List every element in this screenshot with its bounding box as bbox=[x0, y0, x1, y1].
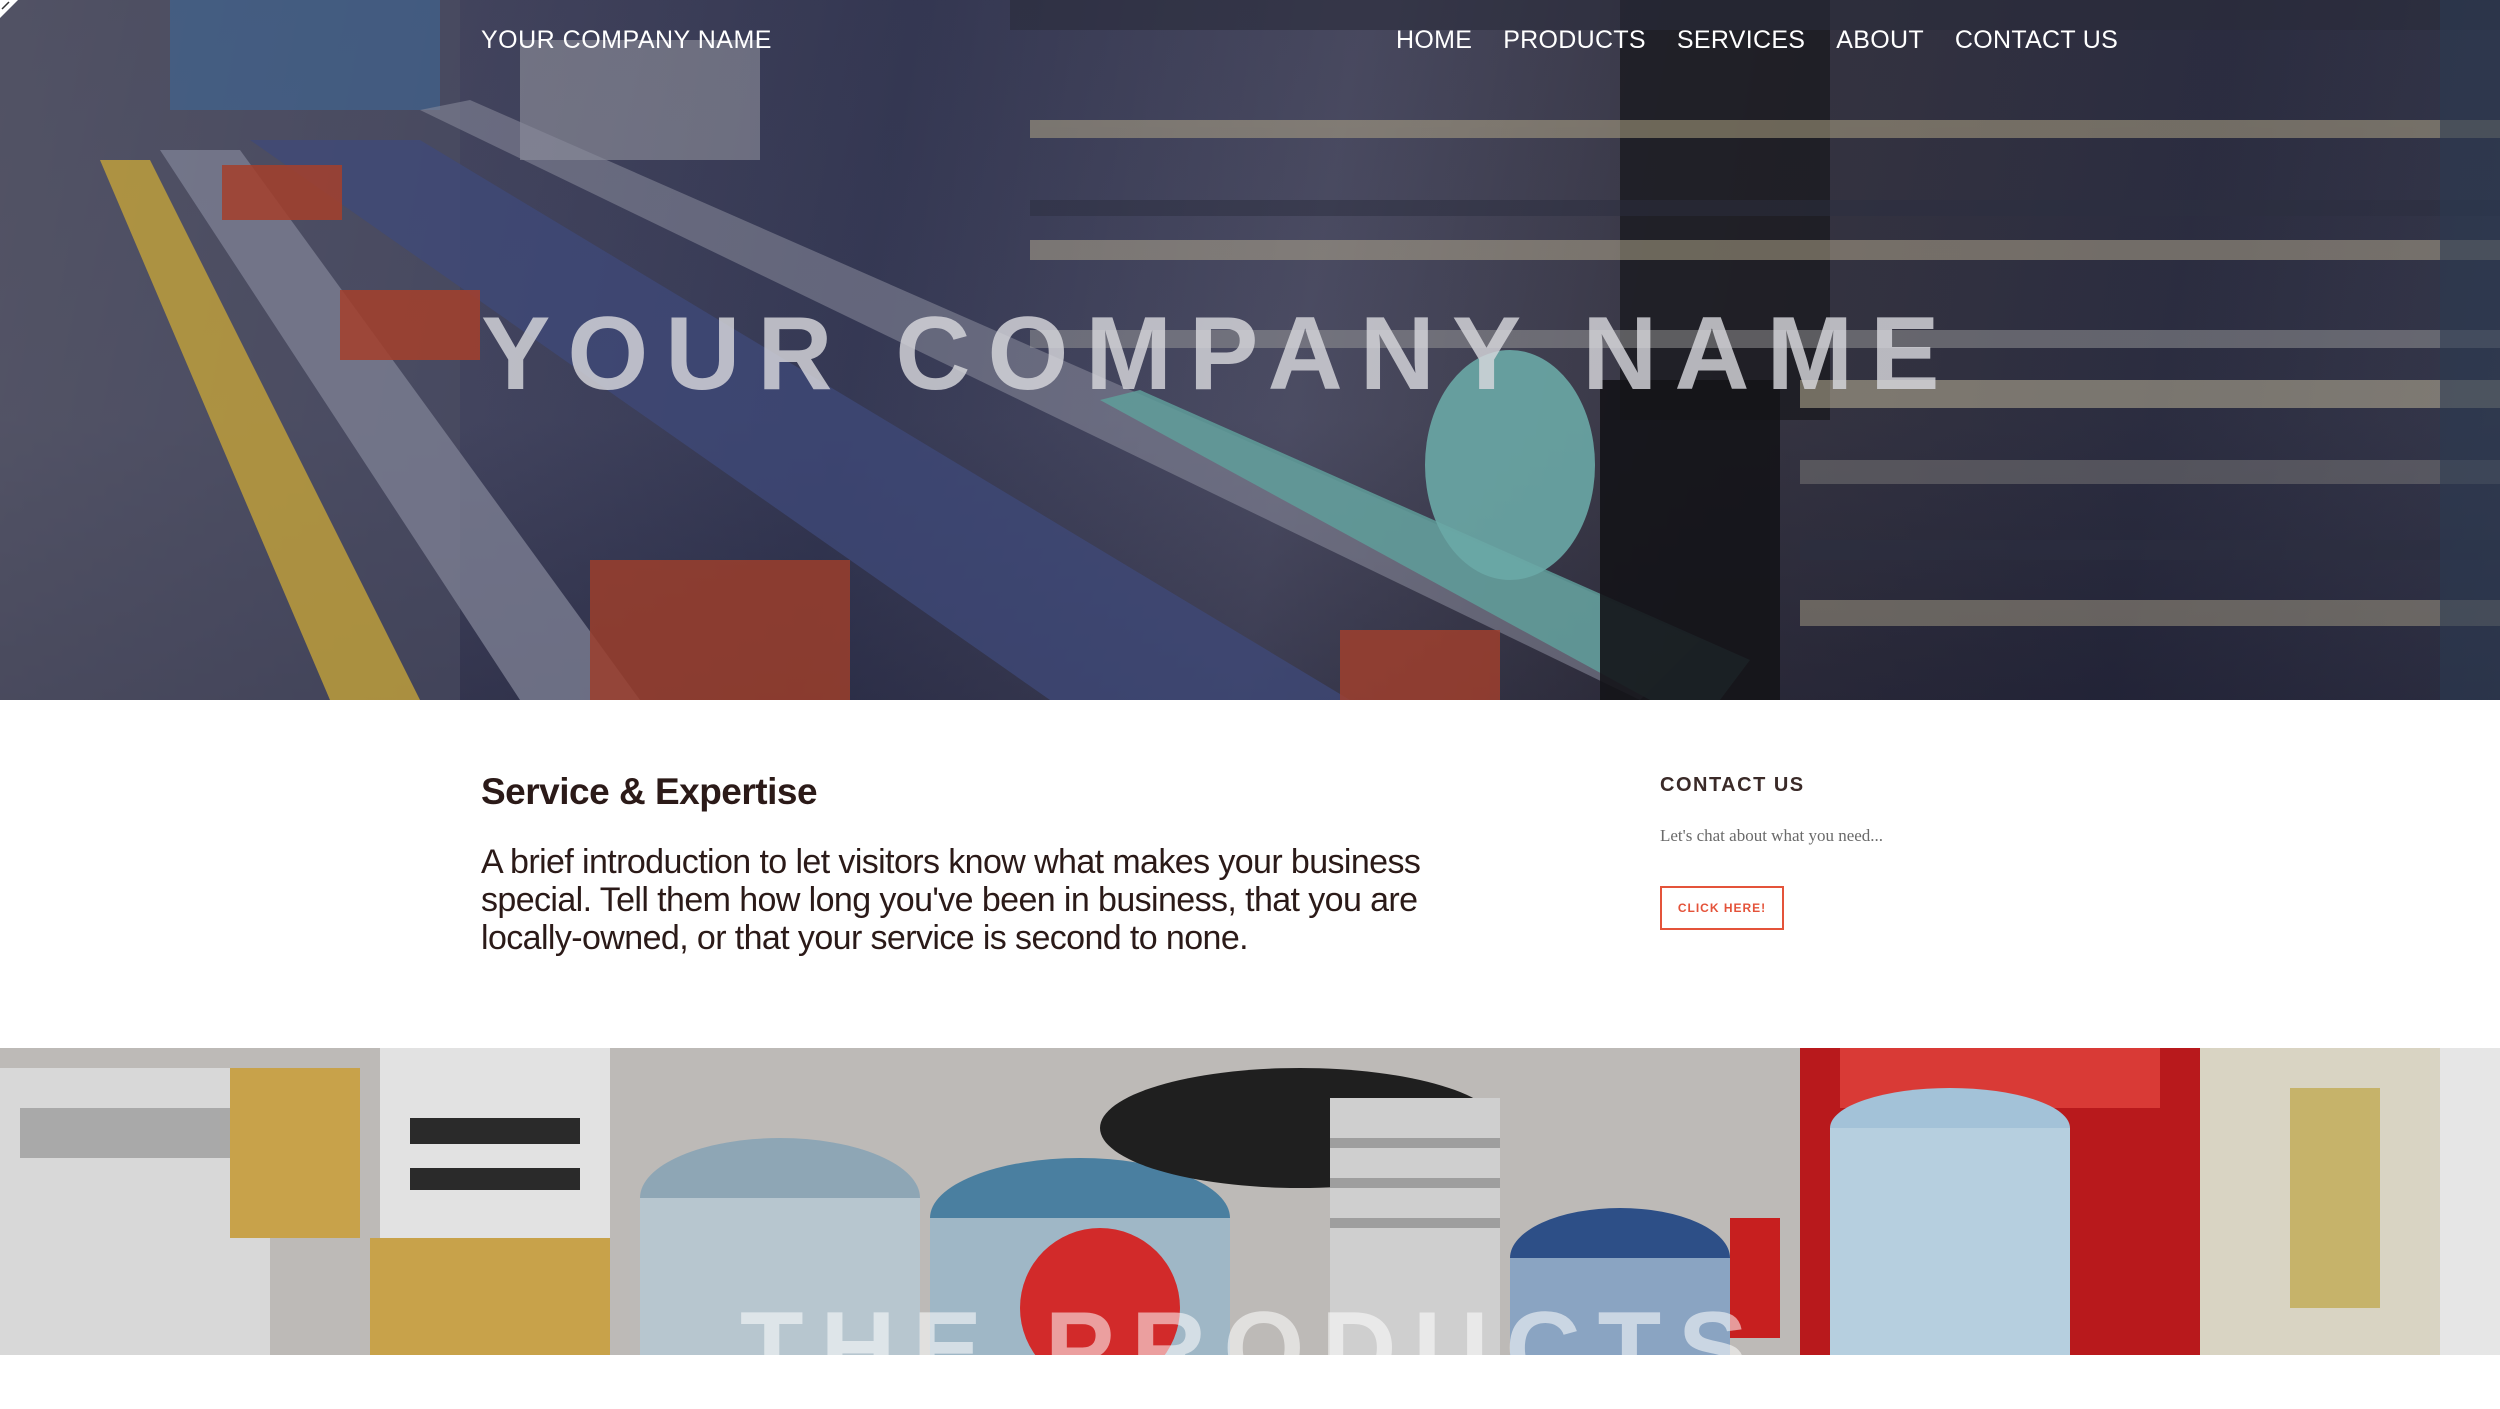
hero-banner: YOUR COMPANY NAME HOME PRODUCTS SERVICES… bbox=[0, 0, 2500, 700]
nav-contact-link[interactable]: CONTACT US bbox=[1955, 26, 2118, 55]
hero-title: YOUR COMPANY NAME bbox=[481, 296, 1957, 412]
contact-text: Let's chat about what you need... bbox=[1660, 826, 1884, 845]
contact-heading: CONTACT US bbox=[1660, 774, 1805, 796]
nav-about-link[interactable]: ABOUT bbox=[1836, 26, 1924, 55]
intro-body-text: A brief introduction to let visitors kno… bbox=[481, 843, 1421, 957]
intro-heading: Service & Expertise bbox=[481, 771, 818, 812]
click-here-button[interactable]: CLICK HERE! bbox=[1660, 886, 1784, 930]
products-title: THE PRODUCTS bbox=[740, 1291, 1765, 1407]
main-nav: HOME PRODUCTS SERVICES ABOUT CONTACT US bbox=[1396, 26, 2118, 55]
nav-products-link[interactable]: PRODUCTS bbox=[1503, 26, 1646, 55]
page-bottom-edge bbox=[0, 1355, 2500, 1361]
nav-services-link[interactable]: SERVICES bbox=[1677, 26, 1805, 55]
site-brand[interactable]: YOUR COMPANY NAME bbox=[481, 26, 772, 55]
corner-fold-icon bbox=[0, 0, 18, 18]
nav-home-link[interactable]: HOME bbox=[1396, 26, 1472, 55]
